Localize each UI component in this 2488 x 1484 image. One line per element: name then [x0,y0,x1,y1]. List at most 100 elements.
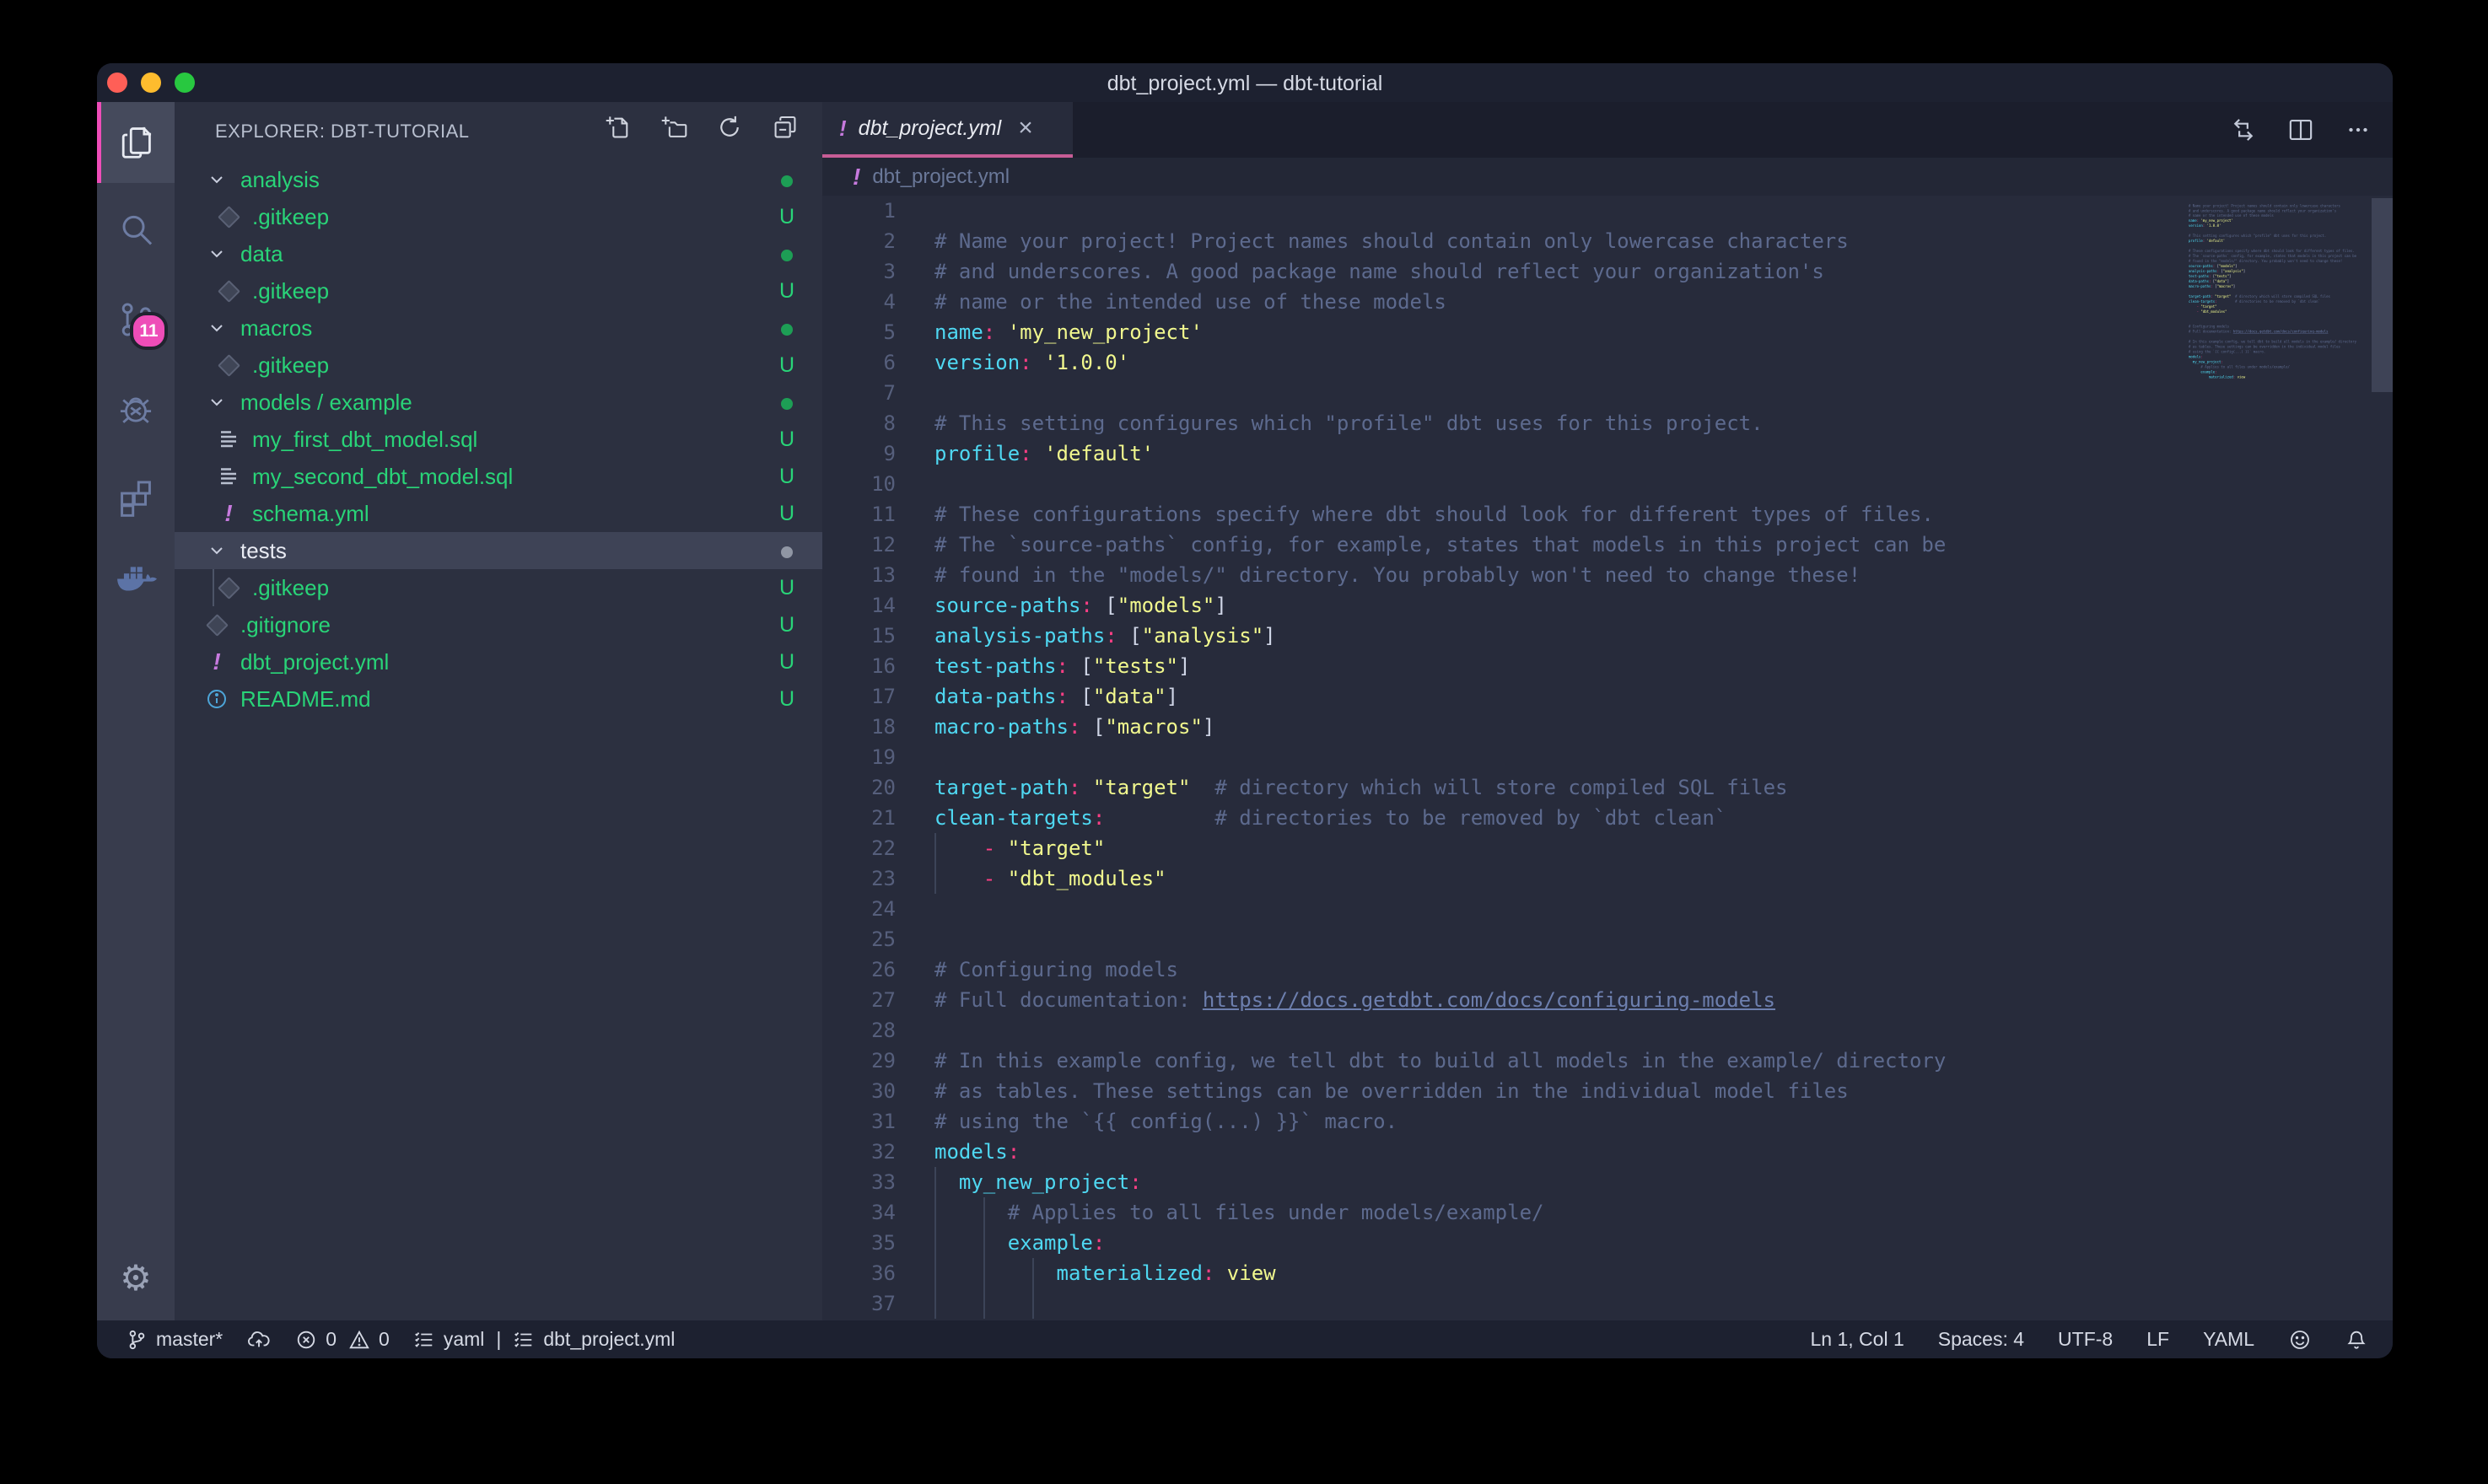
checklist-icon [513,1329,535,1351]
tree-item-label: macros [240,315,312,341]
breadcrumb-label: dbt_project.yml [872,165,1010,189]
status-lf[interactable]: LF [2146,1328,2169,1351]
code-line: 23 - "dbt_modules" [822,863,2393,894]
more-actions-icon[interactable] [2344,116,2372,144]
warning-icon [348,1329,370,1351]
new-folder-icon[interactable] [660,114,687,141]
activity-source-control-icon[interactable]: 11 [97,279,175,360]
code-line: 16test-paths: ["tests"] [822,651,2393,681]
tree-item-label: .gitkeep [252,575,329,601]
chevron-down-icon [207,392,229,412]
refresh-explorer-icon[interactable] [716,114,743,141]
tree-item--gitignore[interactable]: .gitignoreU [175,606,822,643]
tree-item--gitkeep[interactable]: .gitkeepU [175,569,822,606]
tab-bar: ! dbt_project.yml × [822,102,2393,158]
split-editor-icon[interactable] [2286,116,2315,144]
breadcrumb[interactable]: ! dbt_project.yml [822,158,2393,196]
tree-item-label: .gitignore [240,612,331,638]
editor-scrollbar[interactable] [2372,198,2393,392]
yaml-file-icon: ! [839,116,847,142]
new-file-icon[interactable] [605,114,632,141]
open-changes-icon[interactable] [2229,116,2258,144]
status--[interactable]: | [496,1328,501,1351]
tree-item--gitkeep[interactable]: .gitkeepU [175,347,822,384]
code-line: 17data-paths: ["data"] [822,681,2393,712]
tree-item-my-first-dbt-model-sql[interactable]: my_first_dbt_model.sql U [175,421,822,458]
git-status-badge: U [775,465,799,489]
scm-changes-badge: 11 [130,312,168,350]
tree-item-my-second-dbt-model-sql[interactable]: my_second_dbt_model.sqlU [175,458,822,495]
status-branch[interactable]: master* [126,1328,223,1351]
git-status-badge: U [775,687,799,712]
activity-run-debug-icon[interactable] [97,369,175,450]
code-line: 31# using the `{{ config(...) }}` macro. [822,1106,2393,1137]
collapse-folders-icon[interactable] [772,114,799,141]
explorer-title: EXPLORER: DBT-TUTORIAL [215,121,470,142]
folder-changes-dot [781,175,793,187]
code-line: 15analysis-paths: ["analysis"] [822,621,2393,651]
status-bell[interactable] [2345,1328,2367,1352]
tree-item-label: dbt_project.yml [240,649,389,675]
code-editor[interactable]: 12# Name your project! Project names sho… [822,196,2393,1320]
status-spaces-4[interactable]: Spaces: 4 [1938,1328,2024,1351]
tree-item-analysis[interactable]: analysis [175,161,822,198]
code-line: 7 [822,378,2393,408]
tree-item-models-example[interactable]: models / example [175,384,822,421]
bell-icon [2345,1328,2367,1352]
code-line: 8# This setting configures which "profil… [822,408,2393,438]
tree-item-label: analysis [240,167,320,193]
tree-item-tests[interactable]: tests [175,532,822,569]
status-utf-8[interactable]: UTF-8 [2058,1328,2113,1351]
status-ln-1-col-1[interactable]: Ln 1, Col 1 [1811,1328,1904,1351]
tree-item-label: .gitkeep [252,352,329,379]
git-file-icon [217,580,240,596]
git-file-icon [217,358,240,374]
activity-extensions-icon[interactable] [97,457,175,538]
tree-item-dbt-project-yml[interactable]: ! dbt_project.yml U [175,643,822,680]
status-cloud-upload[interactable] [246,1329,272,1351]
status-checklist[interactable]: dbt_project.yml [513,1328,675,1351]
code-line: 4# name or the intended use of these mod… [822,287,2393,317]
chevron-down-icon [207,540,229,561]
chevron-down-icon [207,318,229,338]
chevron-down-icon [207,169,229,190]
tree-item-label: models / example [240,390,412,416]
code-line: 3# and underscores. A good package name … [822,256,2393,287]
status-warning[interactable]: 0 [348,1328,390,1351]
status-yaml[interactable]: YAML [2203,1328,2254,1351]
activity-explorer-icon[interactable] [97,102,175,183]
status-smiley[interactable] [2288,1328,2312,1352]
close-tab-icon[interactable]: × [1018,114,1033,142]
code-line: 28 [822,1015,2393,1046]
git-status-badge: U [775,650,799,675]
git-status-badge: U [775,205,799,229]
tree-item--gitkeep[interactable]: .gitkeepU [175,198,822,235]
status-checklist[interactable]: yaml [413,1328,485,1351]
status-error[interactable]: 0 [295,1328,337,1351]
tree-item--gitkeep[interactable]: .gitkeepU [175,272,822,309]
code-line: 18macro-paths: ["macros"] [822,712,2393,742]
tree-item-label: my_first_dbt_model.sql [252,427,477,453]
info-file-icon [205,688,229,710]
activity-search-icon[interactable] [97,190,175,271]
error-icon [295,1329,317,1351]
code-line: 36 materialized: view [822,1258,2393,1288]
tree-item-schema-yml[interactable]: !schema.ymlU [175,495,822,532]
chevron-down-icon [207,244,229,264]
git-status-badge: U [775,427,799,452]
code-line: 26# Configuring models [822,954,2393,985]
code-line: 32models: [822,1137,2393,1167]
code-line: 27# Full documentation: https://docs.get… [822,985,2393,1015]
settings-gear-icon[interactable]: ⚙ [97,1257,175,1298]
tree-item-label: .gitkeep [252,278,329,304]
tree-item-macros[interactable]: macros [175,309,822,347]
tree-item-readme-md[interactable]: README.mdU [175,680,822,718]
minimap[interactable]: # Name your project! Project names shoul… [2189,198,2370,1311]
checklist-icon [413,1329,435,1351]
titlebar: dbt_project.yml — dbt-tutorial [97,63,2393,102]
activity-docker-icon[interactable] [97,540,175,621]
yaml-file-icon: ! [205,648,229,675]
tab-dbt-project-yml[interactable]: ! dbt_project.yml × [822,102,1073,158]
tree-item-data[interactable]: data [175,235,822,272]
indent-guide [213,569,214,606]
